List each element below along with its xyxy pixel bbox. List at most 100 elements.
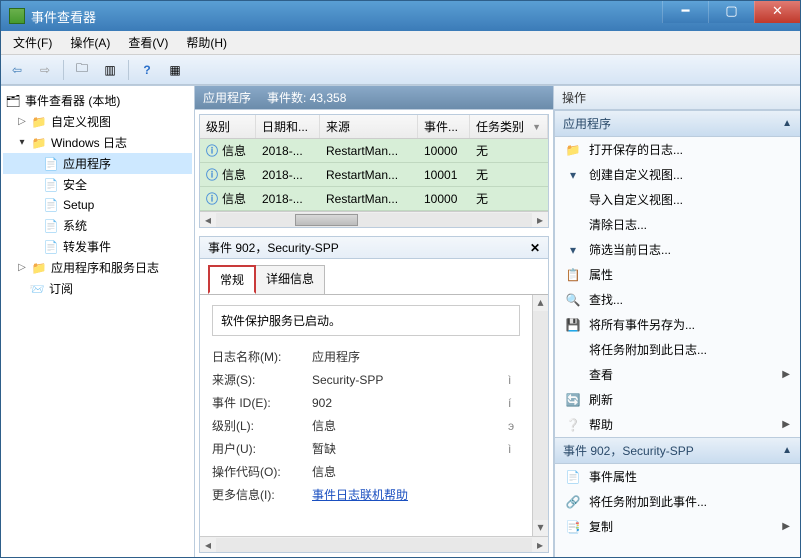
action-properties[interactable]: 属性: [555, 262, 800, 287]
action-filter-current-log[interactable]: 筛选当前日志...: [555, 237, 800, 262]
tree-app-services[interactable]: ▷ 应用程序和服务日志: [3, 257, 192, 278]
toolbar-btn-1[interactable]: 🗀: [70, 58, 94, 82]
blank-icon: [565, 192, 581, 208]
toolbar-btn-3[interactable]: ▦: [163, 58, 187, 82]
tree-subscriptions[interactable]: 📨 订阅: [3, 278, 192, 299]
table-row[interactable]: 信息 2018-... RestartMan... 10000 无: [200, 187, 548, 211]
menu-view[interactable]: 查看(V): [120, 32, 176, 53]
action-group-application[interactable]: 应用程序▲: [555, 110, 800, 137]
scroll-thumb[interactable]: [295, 214, 358, 226]
tree-application[interactable]: 应用程序: [3, 153, 192, 174]
tree-security[interactable]: 安全: [3, 174, 192, 195]
toolbar-divider: [63, 60, 64, 80]
action-attach-task-event[interactable]: 将任务附加到此事件...: [555, 489, 800, 514]
titlebar[interactable]: 事件查看器 ━ ▢ ✕: [1, 1, 800, 31]
scroll-left-icon[interactable]: ◂: [200, 538, 216, 552]
action-copy[interactable]: 复制▶: [555, 514, 800, 539]
tree-panel[interactable]: 🗂 事件查看器 (本地) ▷ 自定义视图 ▾ Windows 日志 应用程序: [1, 86, 195, 557]
tree-custom-views[interactable]: ▷ 自定义视图: [3, 111, 192, 132]
detail-h-scrollbar[interactable]: ◂ ▸: [200, 536, 548, 552]
subscriptions-icon: 📨: [29, 281, 45, 297]
col-source[interactable]: 来源: [320, 115, 418, 138]
folder-icon: [31, 114, 47, 130]
folder-open-icon: [565, 142, 581, 158]
horizontal-scrollbar[interactable]: ◂ ▸: [200, 211, 548, 227]
prop-opcode-label: 操作代码(O):: [212, 463, 312, 480]
prop-eventid-label: 事件 ID(E):: [212, 394, 312, 411]
search-icon: [565, 292, 581, 308]
events-header: 应用程序 事件数: 43,358: [195, 86, 553, 110]
expand-icon[interactable]: ▷: [17, 262, 27, 273]
menu-help[interactable]: 帮助(H): [178, 32, 235, 53]
tab-details[interactable]: 详细信息: [255, 265, 325, 294]
window-root: 事件查看器 ━ ▢ ✕ 文件(F) 操作(A) 查看(V) 帮助(H) ⇦ ⇨ …: [0, 0, 801, 558]
scroll-up-icon[interactable]: ▴: [533, 295, 548, 311]
col-eventid[interactable]: 事件...: [418, 115, 470, 138]
prop-source-value: Security-SPP: [312, 373, 508, 387]
table-row[interactable]: 信息 2018-... RestartMan... 10000 无: [200, 139, 548, 163]
blank-icon: [565, 367, 581, 383]
window-title: 事件查看器: [31, 7, 96, 26]
action-save-all-events[interactable]: 将所有事件另存为...: [555, 312, 800, 337]
action-clear-log[interactable]: 清除日志...: [555, 212, 800, 237]
info-icon: [206, 166, 218, 183]
action-group-event[interactable]: 事件 902，Security-SPP▲: [555, 437, 800, 464]
prop-level-label: 级别(L):: [212, 417, 312, 434]
tree-label: 订阅: [49, 280, 73, 297]
folder-icon: 🗀: [76, 59, 88, 80]
properties-icon: [565, 267, 581, 283]
vertical-scrollbar[interactable]: ▴ ▾: [532, 295, 548, 536]
action-event-properties[interactable]: 事件属性: [555, 464, 800, 489]
action-import-custom-view[interactable]: 导入自定义视图...: [555, 187, 800, 212]
prop-logname-value: 应用程序: [312, 348, 508, 365]
menu-file[interactable]: 文件(F): [5, 32, 60, 53]
col-date[interactable]: 日期和...: [256, 115, 320, 138]
folder-icon: [31, 135, 47, 151]
action-view-submenu[interactable]: 查看▶: [555, 362, 800, 387]
table-row[interactable]: 信息 2018-... RestartMan... 10001 无: [200, 163, 548, 187]
action-create-custom-view[interactable]: 创建自定义视图...: [555, 162, 800, 187]
action-refresh[interactable]: 刷新: [555, 387, 800, 412]
maximize-button[interactable]: ▢: [708, 1, 754, 23]
prop-moreinfo-label: 更多信息(I):: [212, 486, 312, 503]
app-icon: [9, 8, 25, 24]
blank-icon: [565, 217, 581, 233]
tree-setup[interactable]: Setup: [3, 195, 192, 215]
tree-windows-logs[interactable]: ▾ Windows 日志: [3, 132, 192, 153]
scroll-down-icon[interactable]: ▾: [533, 520, 548, 536]
tab-general[interactable]: 常规: [208, 265, 256, 294]
window-controls: ━ ▢ ✕: [662, 1, 800, 23]
chevron-right-icon: ▶: [782, 369, 790, 380]
event-log-online-help-link[interactable]: 事件日志联机帮助: [312, 488, 408, 502]
minimize-button[interactable]: ━: [662, 1, 708, 23]
action-attach-task-log[interactable]: 将任务附加到此日志...: [555, 337, 800, 362]
action-find[interactable]: 查找...: [555, 287, 800, 312]
grid-body[interactable]: 信息 2018-... RestartMan... 10000 无 信息 201…: [200, 139, 548, 211]
action-help[interactable]: 帮助▶: [555, 412, 800, 437]
help-icon: [565, 417, 581, 433]
scroll-left-icon[interactable]: ◂: [200, 213, 216, 227]
back-button[interactable]: ⇦: [5, 58, 29, 82]
help-icon: ?: [143, 63, 150, 77]
scroll-right-icon[interactable]: ▸: [532, 538, 548, 552]
prop-logname-label: 日志名称(M):: [212, 348, 312, 365]
expand-icon[interactable]: ▷: [17, 116, 27, 127]
tree-root[interactable]: 🗂 事件查看器 (本地): [3, 90, 192, 111]
col-level[interactable]: 级别: [200, 115, 256, 138]
scroll-right-icon[interactable]: ▸: [532, 213, 548, 227]
col-category[interactable]: 任务类别▼: [470, 115, 548, 138]
detail-titlebar: 事件 902，Security-SPP ✕: [200, 237, 548, 259]
tree-forwarded[interactable]: 转发事件: [3, 236, 192, 257]
close-detail-button[interactable]: ✕: [530, 241, 540, 255]
panels-icon: ▥: [104, 63, 115, 77]
toolbar-help-button[interactable]: ?: [135, 58, 159, 82]
events-grid: 级别 日期和... 来源 事件... 任务类别▼ 信息 2018-... Res…: [199, 114, 549, 228]
tree-system[interactable]: 系统: [3, 215, 192, 236]
action-open-saved-log[interactable]: 打开保存的日志...: [555, 137, 800, 162]
menu-action[interactable]: 操作(A): [62, 32, 118, 53]
toolbar-btn-2[interactable]: ▥: [98, 58, 122, 82]
tree-label: 安全: [63, 176, 87, 193]
forward-button[interactable]: ⇨: [33, 58, 57, 82]
close-button[interactable]: ✕: [754, 1, 800, 23]
collapse-icon[interactable]: ▾: [17, 137, 27, 148]
